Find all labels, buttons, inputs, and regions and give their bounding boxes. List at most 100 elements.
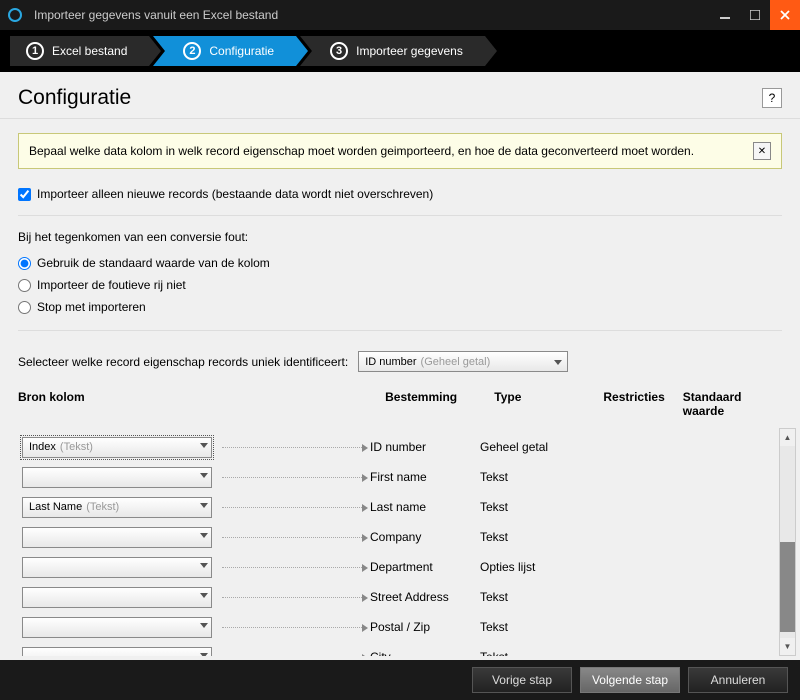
source-column-combo[interactable]	[22, 467, 212, 488]
mapping-arrow-icon	[222, 507, 364, 508]
divider	[18, 215, 782, 216]
help-button[interactable]: ?	[762, 88, 782, 108]
chevron-down-icon	[200, 531, 208, 539]
conversion-label: Gebruik de standaard waarde van de kolom	[37, 256, 270, 270]
conversion-option-stop[interactable]: Stop met importeren	[18, 296, 782, 318]
unique-identifier-value: ID number	[365, 356, 416, 368]
conversion-option-skip-row[interactable]: Importeer de foutieve rij niet	[18, 274, 782, 296]
maximize-button[interactable]	[740, 0, 770, 30]
mapping-row: DepartmentOpties lijst	[18, 552, 779, 582]
next-button[interactable]: Volgende stap	[580, 667, 680, 693]
source-column-combo[interactable]: Last Name(Tekst)	[22, 497, 212, 518]
mapping-arrow-icon	[222, 477, 364, 478]
destination-label: City	[370, 650, 480, 656]
conversion-radio-skip[interactable]	[18, 279, 31, 292]
destination-label: First name	[370, 470, 480, 484]
unique-identifier-hint: (Geheel getal)	[421, 356, 491, 368]
step-excel-bestand[interactable]: 1 Excel bestand	[10, 36, 149, 66]
conversion-error-group: Gebruik de standaard waarde van de kolom…	[18, 250, 782, 320]
source-column-combo[interactable]	[22, 617, 212, 638]
type-label: Tekst	[480, 470, 590, 484]
mapping-arrow-icon	[222, 567, 364, 568]
chevron-down-icon	[551, 355, 564, 368]
mapping-arrow-icon	[222, 597, 364, 598]
page-title: Configuratie	[18, 86, 762, 110]
step-label: Configuratie	[209, 44, 274, 58]
source-column-combo[interactable]	[22, 587, 212, 608]
window-title: Importeer gegevens vanuit een Excel best…	[30, 8, 710, 22]
scroll-thumb[interactable]	[780, 542, 795, 632]
type-label: Tekst	[480, 530, 590, 544]
conversion-label: Importeer de foutieve rij niet	[37, 278, 186, 292]
titlebar: Importeer gegevens vanuit een Excel best…	[0, 0, 800, 30]
unique-identifier-label: Selecteer welke record eigenschap record…	[18, 355, 348, 369]
step-number: 1	[26, 42, 44, 60]
mapping-table-header: Bron kolom Bestemming Type Restricties S…	[18, 382, 782, 424]
scroll-track[interactable]	[780, 446, 795, 638]
step-label: Importeer gegevens	[356, 44, 463, 58]
conversion-option-default[interactable]: Gebruik de standaard waarde van de kolom	[18, 252, 782, 274]
destination-label: Last name	[370, 500, 480, 514]
mapping-arrow-icon	[222, 627, 364, 628]
step-importeer-gegevens[interactable]: 3 Importeer gegevens	[300, 36, 485, 66]
mapping-row: CityTekst	[18, 642, 779, 656]
step-configuratie[interactable]: 2 Configuratie	[153, 36, 296, 66]
close-button[interactable]	[770, 0, 800, 30]
destination-label: Postal / Zip	[370, 620, 480, 634]
footer: Vorige stap Volgende stap Annuleren	[0, 660, 800, 700]
chevron-down-icon	[200, 471, 208, 479]
chevron-down-icon	[200, 591, 208, 599]
info-message: Bepaal welke data kolom in welk record e…	[29, 144, 753, 158]
previous-button[interactable]: Vorige stap	[472, 667, 572, 693]
scroll-down-icon[interactable]: ▼	[780, 638, 795, 655]
conversion-radio-default[interactable]	[18, 257, 31, 270]
mapping-area: Index(Tekst) ID numberGeheel getal First n…	[18, 428, 796, 656]
type-label: Opties lijst	[480, 560, 590, 574]
only-new-records-input[interactable]	[18, 188, 31, 201]
info-close-button[interactable]: ✕	[753, 142, 771, 160]
source-column-combo[interactable]	[22, 527, 212, 548]
type-label: Geheel getal	[480, 440, 590, 454]
unique-identifier-combo[interactable]: ID number (Geheel getal)	[358, 351, 568, 372]
source-column-hint: (Tekst)	[60, 441, 93, 453]
conversion-radio-stop[interactable]	[18, 301, 31, 314]
header-default: Standaard waarde	[683, 390, 782, 418]
destination-label: Company	[370, 530, 480, 544]
destination-label: Department	[370, 560, 480, 574]
cancel-button[interactable]: Annuleren	[688, 667, 788, 693]
unique-identifier-row: Selecteer welke record eigenschap record…	[18, 341, 782, 382]
mapping-row: First nameTekst	[18, 462, 779, 492]
source-column-combo[interactable]	[22, 557, 212, 578]
header-destination: Bestemming	[385, 390, 494, 418]
mapping-arrow-icon	[222, 537, 364, 538]
app-icon	[0, 7, 30, 23]
type-label: Tekst	[480, 650, 590, 656]
destination-label: ID number	[370, 440, 480, 454]
page-header: Configuratie ?	[0, 72, 800, 119]
minimize-button[interactable]	[710, 0, 740, 30]
source-column-combo[interactable]: Index(Tekst)	[22, 437, 212, 458]
mapping-row: Street AddressTekst	[18, 582, 779, 612]
conversion-label: Stop met importeren	[37, 300, 146, 314]
content-pane: Configuratie ? Bepaal welke data kolom i…	[0, 72, 800, 660]
header-type: Type	[494, 390, 603, 418]
chevron-down-icon	[200, 561, 208, 569]
destination-label: Street Address	[370, 590, 480, 604]
mapping-row: Postal / ZipTekst	[18, 612, 779, 642]
only-new-records-checkbox[interactable]: Importeer alleen nieuwe records (bestaan…	[18, 183, 782, 205]
divider	[18, 330, 782, 331]
step-label: Excel bestand	[52, 44, 127, 58]
header-source: Bron kolom	[18, 390, 385, 418]
step-bar: 1 Excel bestand 2 Configuratie 3 Importe…	[0, 30, 800, 72]
type-label: Tekst	[480, 620, 590, 634]
source-column-combo[interactable]	[22, 647, 212, 657]
source-column-hint: (Tekst)	[86, 501, 119, 513]
only-new-records-label: Importeer alleen nieuwe records (bestaan…	[37, 187, 433, 201]
chevron-down-icon	[200, 501, 208, 509]
chevron-down-icon	[200, 651, 208, 657]
step-number: 2	[183, 42, 201, 60]
scrollbar[interactable]: ▲ ▼	[779, 428, 796, 656]
conversion-error-title: Bij het tegenkomen van een conversie fou…	[18, 226, 782, 250]
scroll-up-icon[interactable]: ▲	[780, 429, 795, 446]
type-label: Tekst	[480, 500, 590, 514]
